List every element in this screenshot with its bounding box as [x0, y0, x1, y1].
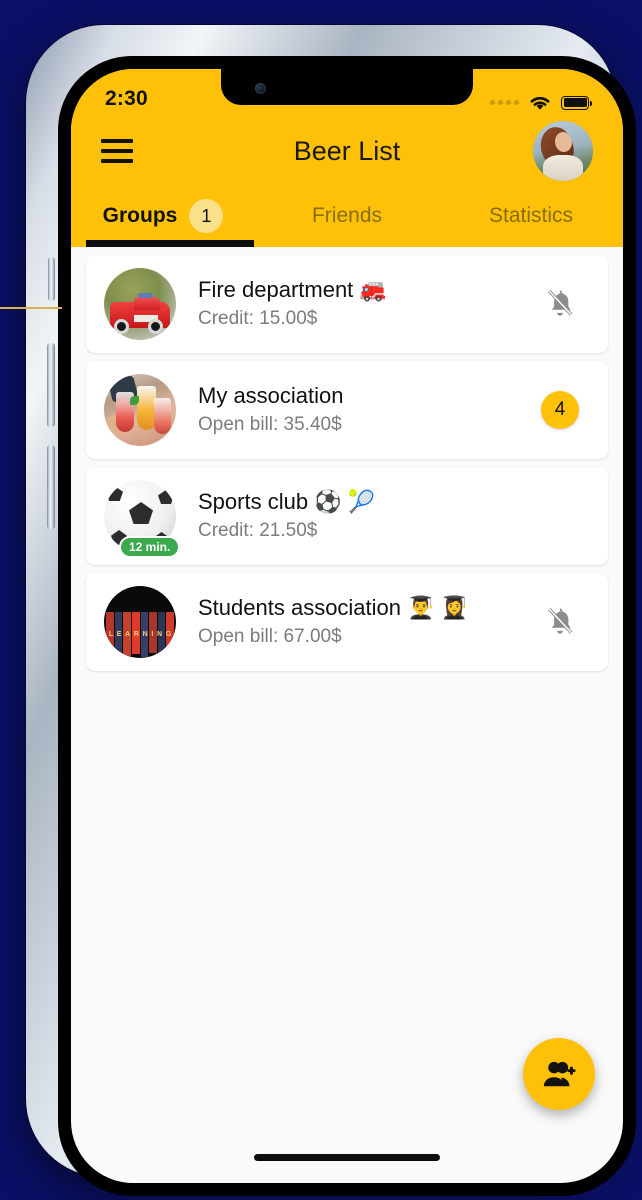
- group-name: My association: [198, 383, 344, 409]
- wifi-icon: [530, 96, 550, 110]
- signal-dots-icon: [490, 100, 519, 105]
- edge-accent-line: [0, 307, 62, 309]
- group-list: Fire department 🚒 Credit: 15.00$ My asso…: [71, 247, 623, 1113]
- group-subtitle: Open bill: 67.00$: [198, 625, 342, 647]
- row-trailing: [534, 605, 586, 639]
- group-avatar-soccer-ball: 12 min.: [104, 480, 179, 556]
- group-name: Sports club ⚽ 🎾: [198, 489, 376, 515]
- group-subtitle: Credit: 21.50$: [198, 519, 318, 541]
- person-add-icon: [543, 1061, 576, 1087]
- status-time: 2:30: [105, 87, 148, 110]
- group-text: Sports club ⚽ 🎾 Credit: 21.50$: [198, 488, 534, 543]
- bell-off-icon[interactable]: [545, 287, 575, 321]
- list-item[interactable]: LEARNING Students association 👨‍🎓 👩‍🎓 Op…: [86, 573, 608, 671]
- row-trailing: [534, 287, 586, 321]
- tab-groups[interactable]: Groups 1: [71, 185, 255, 247]
- home-indicator: [254, 1154, 440, 1161]
- tab-friends[interactable]: Friends: [255, 185, 439, 247]
- group-avatar-fire-truck: [104, 268, 176, 340]
- tab-groups-badge: 1: [189, 199, 224, 233]
- volume-up-button[interactable]: [47, 343, 55, 427]
- add-group-fab[interactable]: [523, 1038, 595, 1110]
- group-avatar-cocktails: [104, 374, 176, 446]
- notch: [221, 69, 473, 105]
- phone-frame: 2:30 Beer List Groups 1 Friends Statisti…: [26, 25, 636, 1196]
- tab-statistics[interactable]: Statistics: [439, 185, 623, 247]
- status-icons: [490, 94, 592, 111]
- hamburger-menu-icon[interactable]: [101, 134, 141, 168]
- list-item[interactable]: 12 min. Sports club ⚽ 🎾 Credit: 21.50$: [86, 467, 608, 565]
- status-badge: 12 min.: [121, 538, 179, 556]
- tab-bar: Groups 1 Friends Statistics: [71, 185, 623, 247]
- mute-switch-button[interactable]: [48, 257, 55, 301]
- group-text: Fire department 🚒 Credit: 15.00$: [198, 276, 534, 331]
- user-profile-avatar[interactable]: [533, 121, 593, 181]
- bell-off-icon[interactable]: [545, 605, 575, 639]
- app-bar: Beer List: [71, 117, 623, 185]
- unread-count-badge[interactable]: 4: [541, 391, 579, 429]
- phone-screen: 2:30 Beer List Groups 1 Friends Statisti…: [71, 69, 623, 1183]
- battery-full-icon: [561, 95, 592, 110]
- group-subtitle: Open bill: 35.40$: [198, 413, 342, 435]
- group-text: Students association 👨‍🎓 👩‍🎓 Open bill: …: [198, 594, 534, 649]
- row-trailing: 4: [534, 391, 586, 429]
- front-camera-icon: [255, 83, 266, 94]
- tab-friends-label: Friends: [311, 204, 383, 227]
- group-text: My association Open bill: 35.40$: [198, 382, 534, 437]
- list-item[interactable]: Fire department 🚒 Credit: 15.00$: [86, 255, 608, 353]
- tab-statistics-label: Statistics: [488, 204, 574, 227]
- volume-down-button[interactable]: [47, 445, 55, 529]
- group-name: Fire department 🚒: [198, 277, 387, 303]
- active-tab-indicator: [86, 240, 254, 247]
- group-name: Students association 👨‍🎓 👩‍🎓: [198, 595, 469, 621]
- tab-groups-label: Groups: [102, 204, 178, 227]
- group-avatar-books: LEARNING: [104, 586, 176, 658]
- group-subtitle: Credit: 15.00$: [198, 307, 318, 329]
- list-item[interactable]: My association Open bill: 35.40$ 4: [86, 361, 608, 459]
